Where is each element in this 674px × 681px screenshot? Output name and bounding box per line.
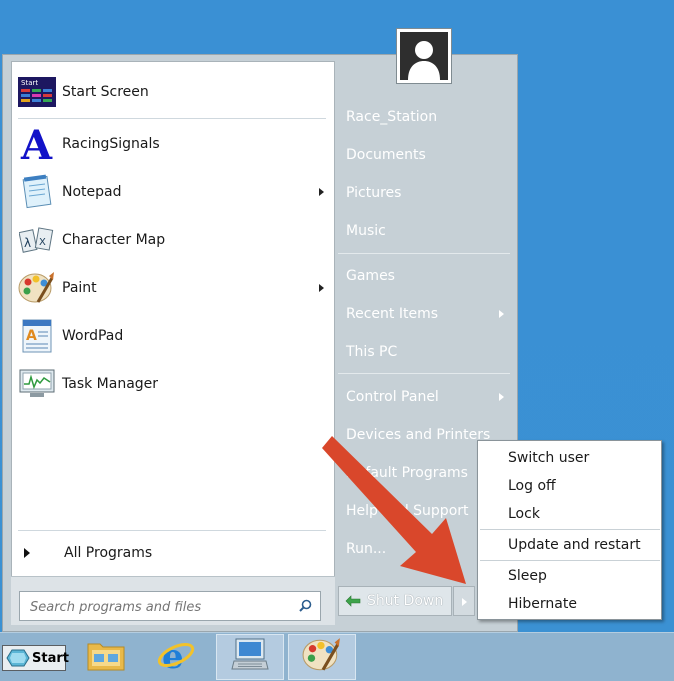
help-support-label: Help and Support — [346, 503, 469, 519]
separator — [480, 529, 660, 530]
run-label: Run... — [346, 541, 387, 557]
devices-printers-label: Devices and Printers — [346, 427, 491, 443]
start-screen-icon: Start — [18, 73, 56, 111]
program-task-manager[interactable]: Task Manager — [12, 362, 334, 406]
program-label: Task Manager — [62, 376, 159, 392]
svg-text:A: A — [20, 125, 53, 163]
user-avatar[interactable] — [396, 28, 452, 84]
svg-text:X: X — [39, 237, 46, 248]
menu-item-label: Update and restart — [508, 537, 641, 553]
separator — [338, 253, 510, 254]
music-label: Music — [346, 223, 386, 239]
documents-label: Documents — [346, 147, 426, 163]
recent-items-link[interactable]: Recent Items — [336, 297, 510, 331]
all-programs-label: All Programs — [64, 545, 153, 561]
games-label: Games — [346, 268, 395, 284]
submenu-arrow-icon — [499, 310, 504, 318]
search-area — [11, 576, 335, 625]
menu-item-label: Lock — [508, 506, 540, 522]
hibernate-item[interactable]: Hibernate — [478, 590, 661, 618]
this-pc-link[interactable]: This PC — [336, 335, 510, 369]
shut-down-label: Shut Down — [367, 593, 444, 609]
start-screen-label: Start Screen — [62, 84, 149, 100]
shield-icon — [345, 595, 361, 607]
character-map-icon: λ X — [18, 221, 56, 259]
documents-link[interactable]: Documents — [336, 138, 510, 172]
switch-user-item[interactable]: Switch user — [478, 444, 661, 472]
wordpad-icon: A — [18, 317, 56, 355]
shut-down-button[interactable]: Shut Down — [338, 586, 452, 616]
programs-pane: Start Start Screen A RacingSignals Notep… — [11, 61, 335, 625]
program-label: Paint — [62, 280, 97, 296]
paint-icon — [302, 636, 342, 678]
menu-item-label: Sleep — [508, 568, 547, 584]
svg-text:λ: λ — [24, 236, 31, 250]
user-silhouette-icon — [400, 32, 448, 80]
program-wordpad[interactable]: A WordPad — [12, 314, 334, 358]
chevron-right-icon — [462, 598, 467, 606]
start-orb-icon — [6, 649, 30, 667]
shut-down-options-button[interactable] — [453, 586, 475, 616]
start-button[interactable]: Start — [2, 645, 69, 671]
start-screen-item[interactable]: Start Start Screen — [12, 70, 334, 114]
program-racingsignals[interactable]: A RacingSignals — [12, 122, 334, 166]
control-panel-link[interactable]: Control Panel — [336, 380, 510, 414]
pictures-link[interactable]: Pictures — [336, 176, 510, 210]
all-programs-item[interactable]: All Programs — [12, 538, 334, 568]
program-label: RacingSignals — [62, 136, 160, 152]
submenu-arrow-icon — [319, 284, 324, 292]
program-character-map[interactable]: λ X Character Map — [12, 218, 334, 262]
separator — [18, 118, 326, 119]
task-manager-icon — [18, 365, 56, 403]
taskbar: Start e — [0, 632, 674, 681]
notepad-icon — [18, 173, 56, 211]
control-panel-label: Control Panel — [346, 389, 439, 405]
shut-down-menu: Switch user Log off Lock Update and rest… — [477, 440, 662, 620]
program-paint[interactable]: Paint — [12, 266, 334, 310]
remote-desktop-icon — [230, 637, 270, 677]
taskbar-internet-explorer[interactable]: e — [142, 634, 210, 680]
start-label: Start — [32, 650, 69, 666]
svg-text:e: e — [162, 637, 184, 675]
taskbar-remote-desktop[interactable] — [216, 634, 284, 680]
submenu-arrow-icon — [319, 188, 324, 196]
expand-arrow-icon — [24, 548, 30, 558]
log-off-item[interactable]: Log off — [478, 472, 661, 500]
lock-item[interactable]: Lock — [478, 500, 661, 528]
user-folder-link[interactable]: Race_Station — [336, 100, 510, 134]
menu-item-label: Log off — [508, 478, 556, 494]
program-label: WordPad — [62, 328, 124, 344]
search-icon[interactable] — [299, 599, 312, 616]
search-input[interactable] — [28, 593, 292, 621]
music-link[interactable]: Music — [336, 214, 510, 248]
program-label: Notepad — [62, 184, 122, 200]
menu-item-label: Switch user — [508, 450, 590, 466]
program-notepad[interactable]: Notepad — [12, 170, 334, 214]
search-box — [19, 591, 321, 621]
sleep-item[interactable]: Sleep — [478, 562, 661, 590]
update-restart-item[interactable]: Update and restart — [478, 531, 661, 559]
this-pc-label: This PC — [346, 344, 398, 360]
pictures-label: Pictures — [346, 185, 402, 201]
separator — [338, 373, 510, 374]
recent-items-label: Recent Items — [346, 306, 438, 322]
file-explorer-icon — [86, 636, 126, 678]
svg-text:Start: Start — [21, 79, 38, 87]
program-label: Character Map — [62, 232, 166, 248]
taskbar-paint[interactable] — [288, 634, 356, 680]
user-name-label: Race_Station — [346, 109, 438, 125]
racing-signals-icon: A — [18, 125, 56, 163]
default-programs-label: Default Programs — [346, 465, 468, 481]
menu-item-label: Hibernate — [508, 596, 577, 612]
games-link[interactable]: Games — [336, 259, 510, 293]
separator — [480, 560, 660, 561]
internet-explorer-icon: e — [156, 635, 196, 679]
separator — [18, 530, 326, 531]
taskbar-file-explorer[interactable] — [72, 634, 140, 680]
svg-text:A: A — [26, 328, 37, 344]
paint-icon — [18, 269, 56, 307]
submenu-arrow-icon — [499, 393, 504, 401]
